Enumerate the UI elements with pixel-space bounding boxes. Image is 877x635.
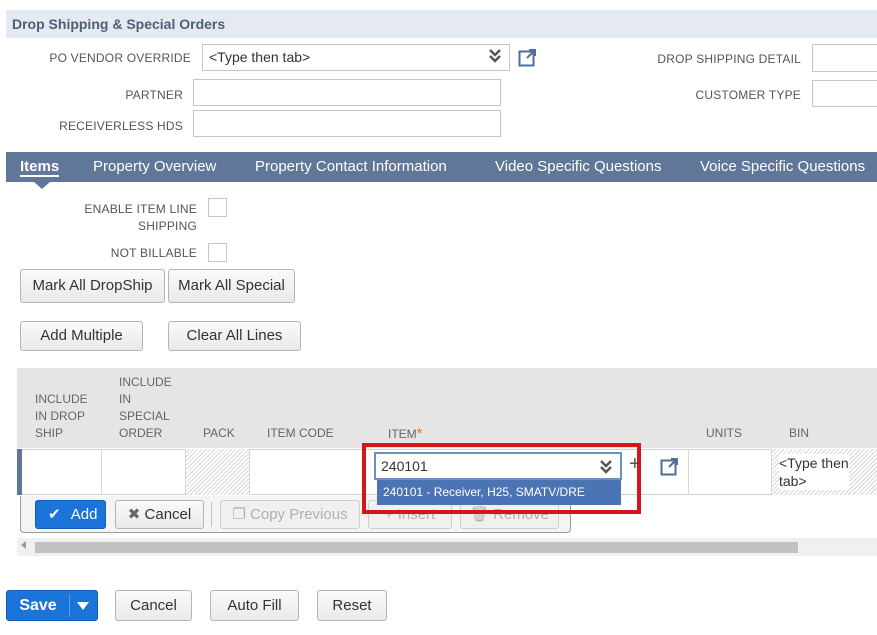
bin-value-line1: <Type then xyxy=(779,455,849,471)
cancel-line-button[interactable]: ✖ Cancel xyxy=(115,500,204,529)
reset-button[interactable]: Reset xyxy=(317,590,387,621)
section-title: Drop Shipping & Special Orders xyxy=(12,16,226,32)
action-divider xyxy=(211,502,212,527)
tab-property-contact-label: Property Contact Information xyxy=(255,158,447,175)
save-divider xyxy=(69,594,70,617)
tab-items[interactable]: Items xyxy=(20,152,60,182)
partner-label: PARTNER xyxy=(125,88,183,102)
bin-value: <Type then tab> xyxy=(779,454,849,490)
enable-item-line-shipping-label-line1: ENABLE ITEM LINE xyxy=(84,202,197,216)
tab-property-overview-label: Property Overview xyxy=(93,158,217,175)
copy-previous-label: Copy Previous xyxy=(250,506,348,523)
open-external-icon[interactable] xyxy=(660,457,679,481)
copy-icon: ❐ xyxy=(232,506,246,523)
col-item: ITEM* xyxy=(388,425,423,443)
x-icon: ✖ xyxy=(127,506,141,523)
subtab-bar: Items Property Overview Property Contact… xyxy=(6,152,877,182)
po-vendor-override-value: <Type then tab> xyxy=(209,49,311,65)
required-marker: * xyxy=(416,425,423,442)
include-drop-ship-cell[interactable] xyxy=(22,449,102,495)
include-special-order-cell[interactable] xyxy=(102,449,186,495)
add-line-label: Add xyxy=(70,506,98,523)
caret-down-icon[interactable] xyxy=(77,602,89,610)
add-multiple-button[interactable]: Add Multiple xyxy=(20,321,143,351)
receiverless-hds-field[interactable] xyxy=(193,110,501,137)
bin-cell[interactable]: <Type then tab> xyxy=(772,449,877,495)
enable-item-line-shipping-label: ENABLE ITEM LINE SHIPPING xyxy=(40,202,197,233)
tab-voice-specific-questions[interactable]: Voice Specific Questions xyxy=(700,152,865,182)
save-button[interactable]: Save xyxy=(7,591,69,620)
col-include-special-line4: ORDER xyxy=(119,426,163,440)
drop-shipping-detail-field[interactable] xyxy=(812,44,877,72)
section-header: Drop Shipping & Special Orders xyxy=(6,10,877,38)
col-include-special-line2: IN xyxy=(119,392,131,406)
check-icon: ✔ xyxy=(48,506,61,523)
scroll-left-icon[interactable] xyxy=(21,541,26,549)
item-code-cell[interactable] xyxy=(250,449,365,495)
tab-video-label: Video Specific Questions xyxy=(495,158,662,175)
bin-value-line2: tab> xyxy=(779,473,807,489)
customer-type-field[interactable] xyxy=(812,80,877,107)
tab-voice-label: Voice Specific Questions xyxy=(700,158,866,175)
receiverless-hds-label: RECEIVERLESS HDS xyxy=(59,119,183,133)
col-item-code: ITEM CODE xyxy=(267,426,334,440)
units-cell[interactable] xyxy=(688,449,772,495)
col-item-label: ITEM xyxy=(388,427,417,441)
col-pack: PACK xyxy=(203,426,235,440)
enable-item-line-shipping-label-line2: SHIPPING xyxy=(138,219,197,233)
po-vendor-override-select[interactable]: <Type then tab> xyxy=(202,44,510,71)
not-billable-label: NOT BILLABLE xyxy=(110,246,197,260)
not-billable-checkbox[interactable] xyxy=(208,243,227,262)
tab-property-overview[interactable]: Property Overview xyxy=(93,152,216,182)
partner-field[interactable] xyxy=(193,79,501,106)
clear-all-lines-button[interactable]: Clear All Lines xyxy=(168,321,301,351)
customer-type-label: CUSTOMER TYPE xyxy=(695,88,801,102)
po-vendor-override-label: PO VENDOR OVERRIDE xyxy=(49,51,191,65)
col-units: UNITS xyxy=(706,426,742,440)
col-bin: BIN xyxy=(789,426,810,440)
auto-fill-button[interactable]: Auto Fill xyxy=(210,590,299,621)
tab-items-label: Items xyxy=(20,158,60,177)
col-include-drop-ship-line1: INCLUDE xyxy=(35,392,88,406)
tab-property-contact-information[interactable]: Property Contact Information xyxy=(255,152,447,182)
add-line-button[interactable]: ✔ Add xyxy=(35,500,106,529)
save-split-button[interactable]: Save xyxy=(6,590,98,621)
mark-all-dropship-button[interactable]: Mark All DropShip xyxy=(20,269,165,303)
cancel-button[interactable]: Cancel xyxy=(115,590,192,621)
scrollbar-thumb[interactable] xyxy=(35,542,798,553)
col-include-special-order: INCLUDE IN SPECIAL ORDER xyxy=(119,374,172,442)
active-tab-notch xyxy=(34,182,50,189)
highlight-annotation xyxy=(362,443,641,514)
double-chevron-down-icon[interactable] xyxy=(488,47,502,67)
cancel-line-label: Cancel xyxy=(144,506,192,523)
col-include-drop-ship-line2: IN DROP xyxy=(35,409,86,423)
col-include-special-line3: SPECIAL xyxy=(119,409,170,423)
tab-video-specific-questions[interactable]: Video Specific Questions xyxy=(495,152,662,182)
col-include-drop-ship-line3: SHIP xyxy=(35,426,64,440)
enable-item-line-shipping-checkbox[interactable] xyxy=(208,198,227,217)
mark-all-special-button[interactable]: Mark All Special xyxy=(168,269,295,303)
drop-shipping-detail-label: DROP SHIPPING DETAIL xyxy=(657,52,801,66)
copy-previous-button[interactable]: ❐ Copy Previous xyxy=(220,500,360,529)
open-external-icon[interactable] xyxy=(518,48,537,67)
col-include-special-line1: INCLUDE xyxy=(119,375,172,389)
pack-cell xyxy=(186,449,250,495)
col-include-drop-ship: INCLUDE IN DROP SHIP xyxy=(35,391,88,442)
